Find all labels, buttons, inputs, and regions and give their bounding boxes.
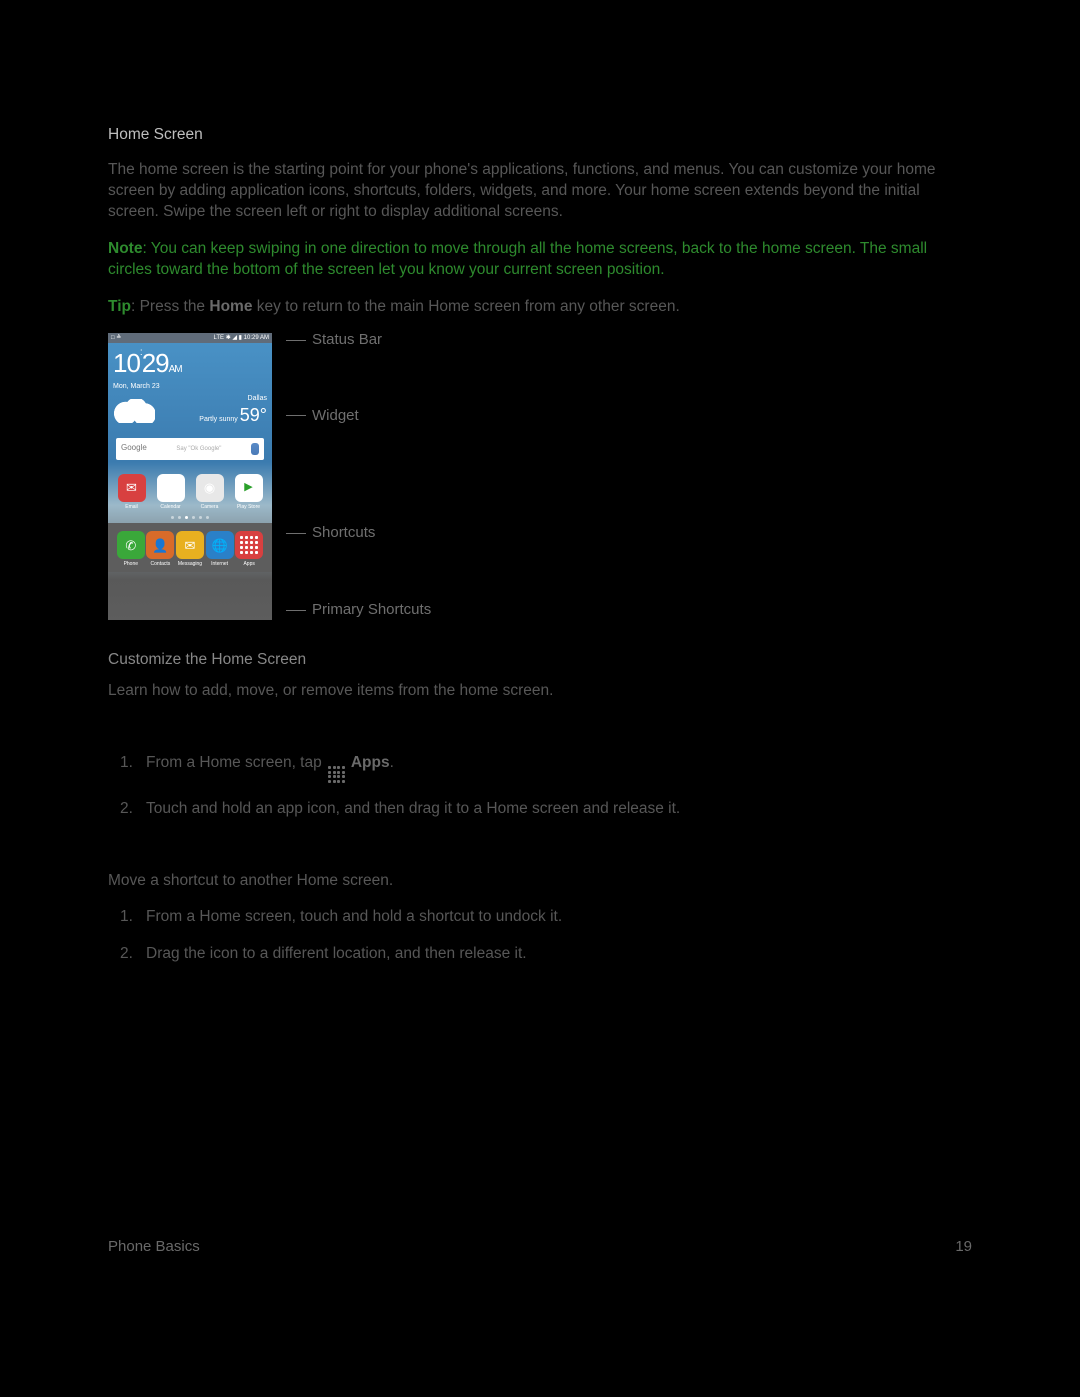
- clock-date: Mon, March 23: [113, 382, 267, 391]
- app-messaging: ✉ Messaging: [175, 531, 205, 568]
- app-apps: Apps: [234, 531, 264, 568]
- status-bar: □ ≙ LTE ✱ ◢ ▮ 10:29 AM: [108, 333, 272, 343]
- weather-temp: 59°: [240, 405, 267, 425]
- move-shortcuts-title: Move Shortcuts: [108, 836, 972, 857]
- app-icon: 31: [157, 474, 185, 502]
- tip-home-key: Home: [209, 298, 252, 315]
- label-shortcuts: Shortcuts: [312, 523, 375, 543]
- app-email: ✉ Email: [116, 474, 148, 511]
- clock-min: 29: [142, 348, 169, 378]
- move-shortcuts-steps: From a Home screen, touch and hold a sho…: [108, 907, 972, 965]
- weather-location: Dallas: [248, 395, 267, 402]
- label-primary-shortcuts: Primary Shortcuts: [312, 600, 431, 620]
- app-calendar: 31 Calendar: [155, 474, 187, 511]
- app-icon: ✆: [117, 531, 145, 559]
- app-label: Contacts: [151, 561, 171, 568]
- app-label: Apps: [243, 561, 254, 568]
- customize-title: Customize the Home Screen: [108, 650, 972, 671]
- app-label: Messaging: [178, 561, 202, 568]
- step-item: Drag the icon to a different location, a…: [146, 944, 972, 965]
- step-item: From a Home screen, touch and hold a sho…: [146, 907, 972, 928]
- app-icon: ✉: [118, 474, 146, 502]
- app-label: Camera: [201, 504, 219, 511]
- note-text: : You can keep swiping in one direction …: [108, 240, 927, 278]
- google-logo: Google: [121, 443, 147, 454]
- app-label: Phone: [124, 561, 138, 568]
- app-label: Play Store: [237, 504, 260, 511]
- create-shortcuts-steps: From a Home screen, tap Apps. Touch and h…: [108, 753, 972, 819]
- note-paragraph: Note: You can keep swiping in one direct…: [108, 239, 972, 281]
- apps-grid-icon: [328, 766, 345, 783]
- primary-shortcuts-dock: ✆ Phone 👤 Contacts ✉ Messaging 🌐 Internet Apps: [108, 523, 272, 572]
- tip-prefix: : Press the: [131, 298, 209, 315]
- label-widget: Widget: [312, 406, 359, 426]
- create-shortcuts-title: Create Shortcuts: [108, 718, 972, 739]
- customize-intro: Learn how to add, move, or remove items …: [108, 681, 972, 702]
- tip-paragraph: Tip: Press the Home key to return to the…: [108, 297, 972, 318]
- step-item: Touch and hold an app icon, and then dra…: [146, 799, 972, 820]
- weather-condition: Partly sunny: [199, 416, 238, 423]
- phone-mockup: □ ≙ LTE ✱ ◢ ▮ 10:29 AM 10:29AM Mon, Marc…: [108, 333, 272, 620]
- home-screen-diagram: □ ≙ LTE ✱ ◢ ▮ 10:29 AM 10:29AM Mon, Marc…: [108, 333, 972, 620]
- app-icon: 🌐: [206, 531, 234, 559]
- section-title: Home Screen: [108, 125, 972, 146]
- shortcut-row: ✉ Email 31 Calendar ◉ Camera Play Store: [108, 474, 272, 511]
- footer-section: Phone Basics: [108, 1237, 200, 1257]
- intro-paragraph: The home screen is the starting point fo…: [108, 160, 972, 223]
- footer-page-number: 19: [955, 1237, 972, 1257]
- clock-ampm: AM: [169, 364, 182, 375]
- app-contacts: 👤 Contacts: [146, 531, 176, 568]
- app-internet: 🌐 Internet: [205, 531, 235, 568]
- app-icon: 👤: [146, 531, 174, 559]
- clock-widget: 10:29AM Mon, March 23: [108, 343, 272, 394]
- move-intro: Move a shortcut to another Home screen.: [108, 871, 972, 892]
- weather-widget: Dallas Partly sunny 59°: [108, 394, 272, 438]
- note-label: Note: [108, 240, 142, 257]
- app-icon: ◉: [196, 474, 224, 502]
- app-phone: ✆ Phone: [116, 531, 146, 568]
- app-camera: ◉ Camera: [194, 474, 226, 511]
- ok-google-hint: Say "Ok Google": [176, 445, 221, 453]
- apps-label: Apps: [351, 754, 390, 771]
- tip-suffix: key to return to the main Home screen fr…: [252, 298, 679, 315]
- tip-label: Tip: [108, 298, 131, 315]
- app-label: Calendar: [160, 504, 180, 511]
- status-right: LTE ✱ ◢ ▮ 10:29 AM: [213, 334, 269, 342]
- app-label: Email: [125, 504, 138, 511]
- app-icon: ✉: [176, 531, 204, 559]
- app-label: Internet: [211, 561, 228, 568]
- diagram-labels: Status Bar Widget Shortcuts Primary Shor…: [286, 333, 431, 620]
- page-indicator: [108, 510, 272, 523]
- app-icon: [235, 531, 263, 559]
- google-search-widget: Google Say "Ok Google": [116, 438, 264, 460]
- mic-icon: [251, 443, 259, 455]
- status-left: □ ≙: [111, 334, 121, 342]
- app-icon: [235, 474, 263, 502]
- clock-hour: 10: [113, 348, 140, 378]
- cloud-icon: [113, 399, 155, 423]
- label-status-bar: Status Bar: [312, 330, 382, 350]
- step-item: From a Home screen, tap Apps.: [146, 753, 972, 783]
- app-play-store: Play Store: [233, 474, 265, 511]
- page-footer: Phone Basics 19: [108, 1237, 972, 1257]
